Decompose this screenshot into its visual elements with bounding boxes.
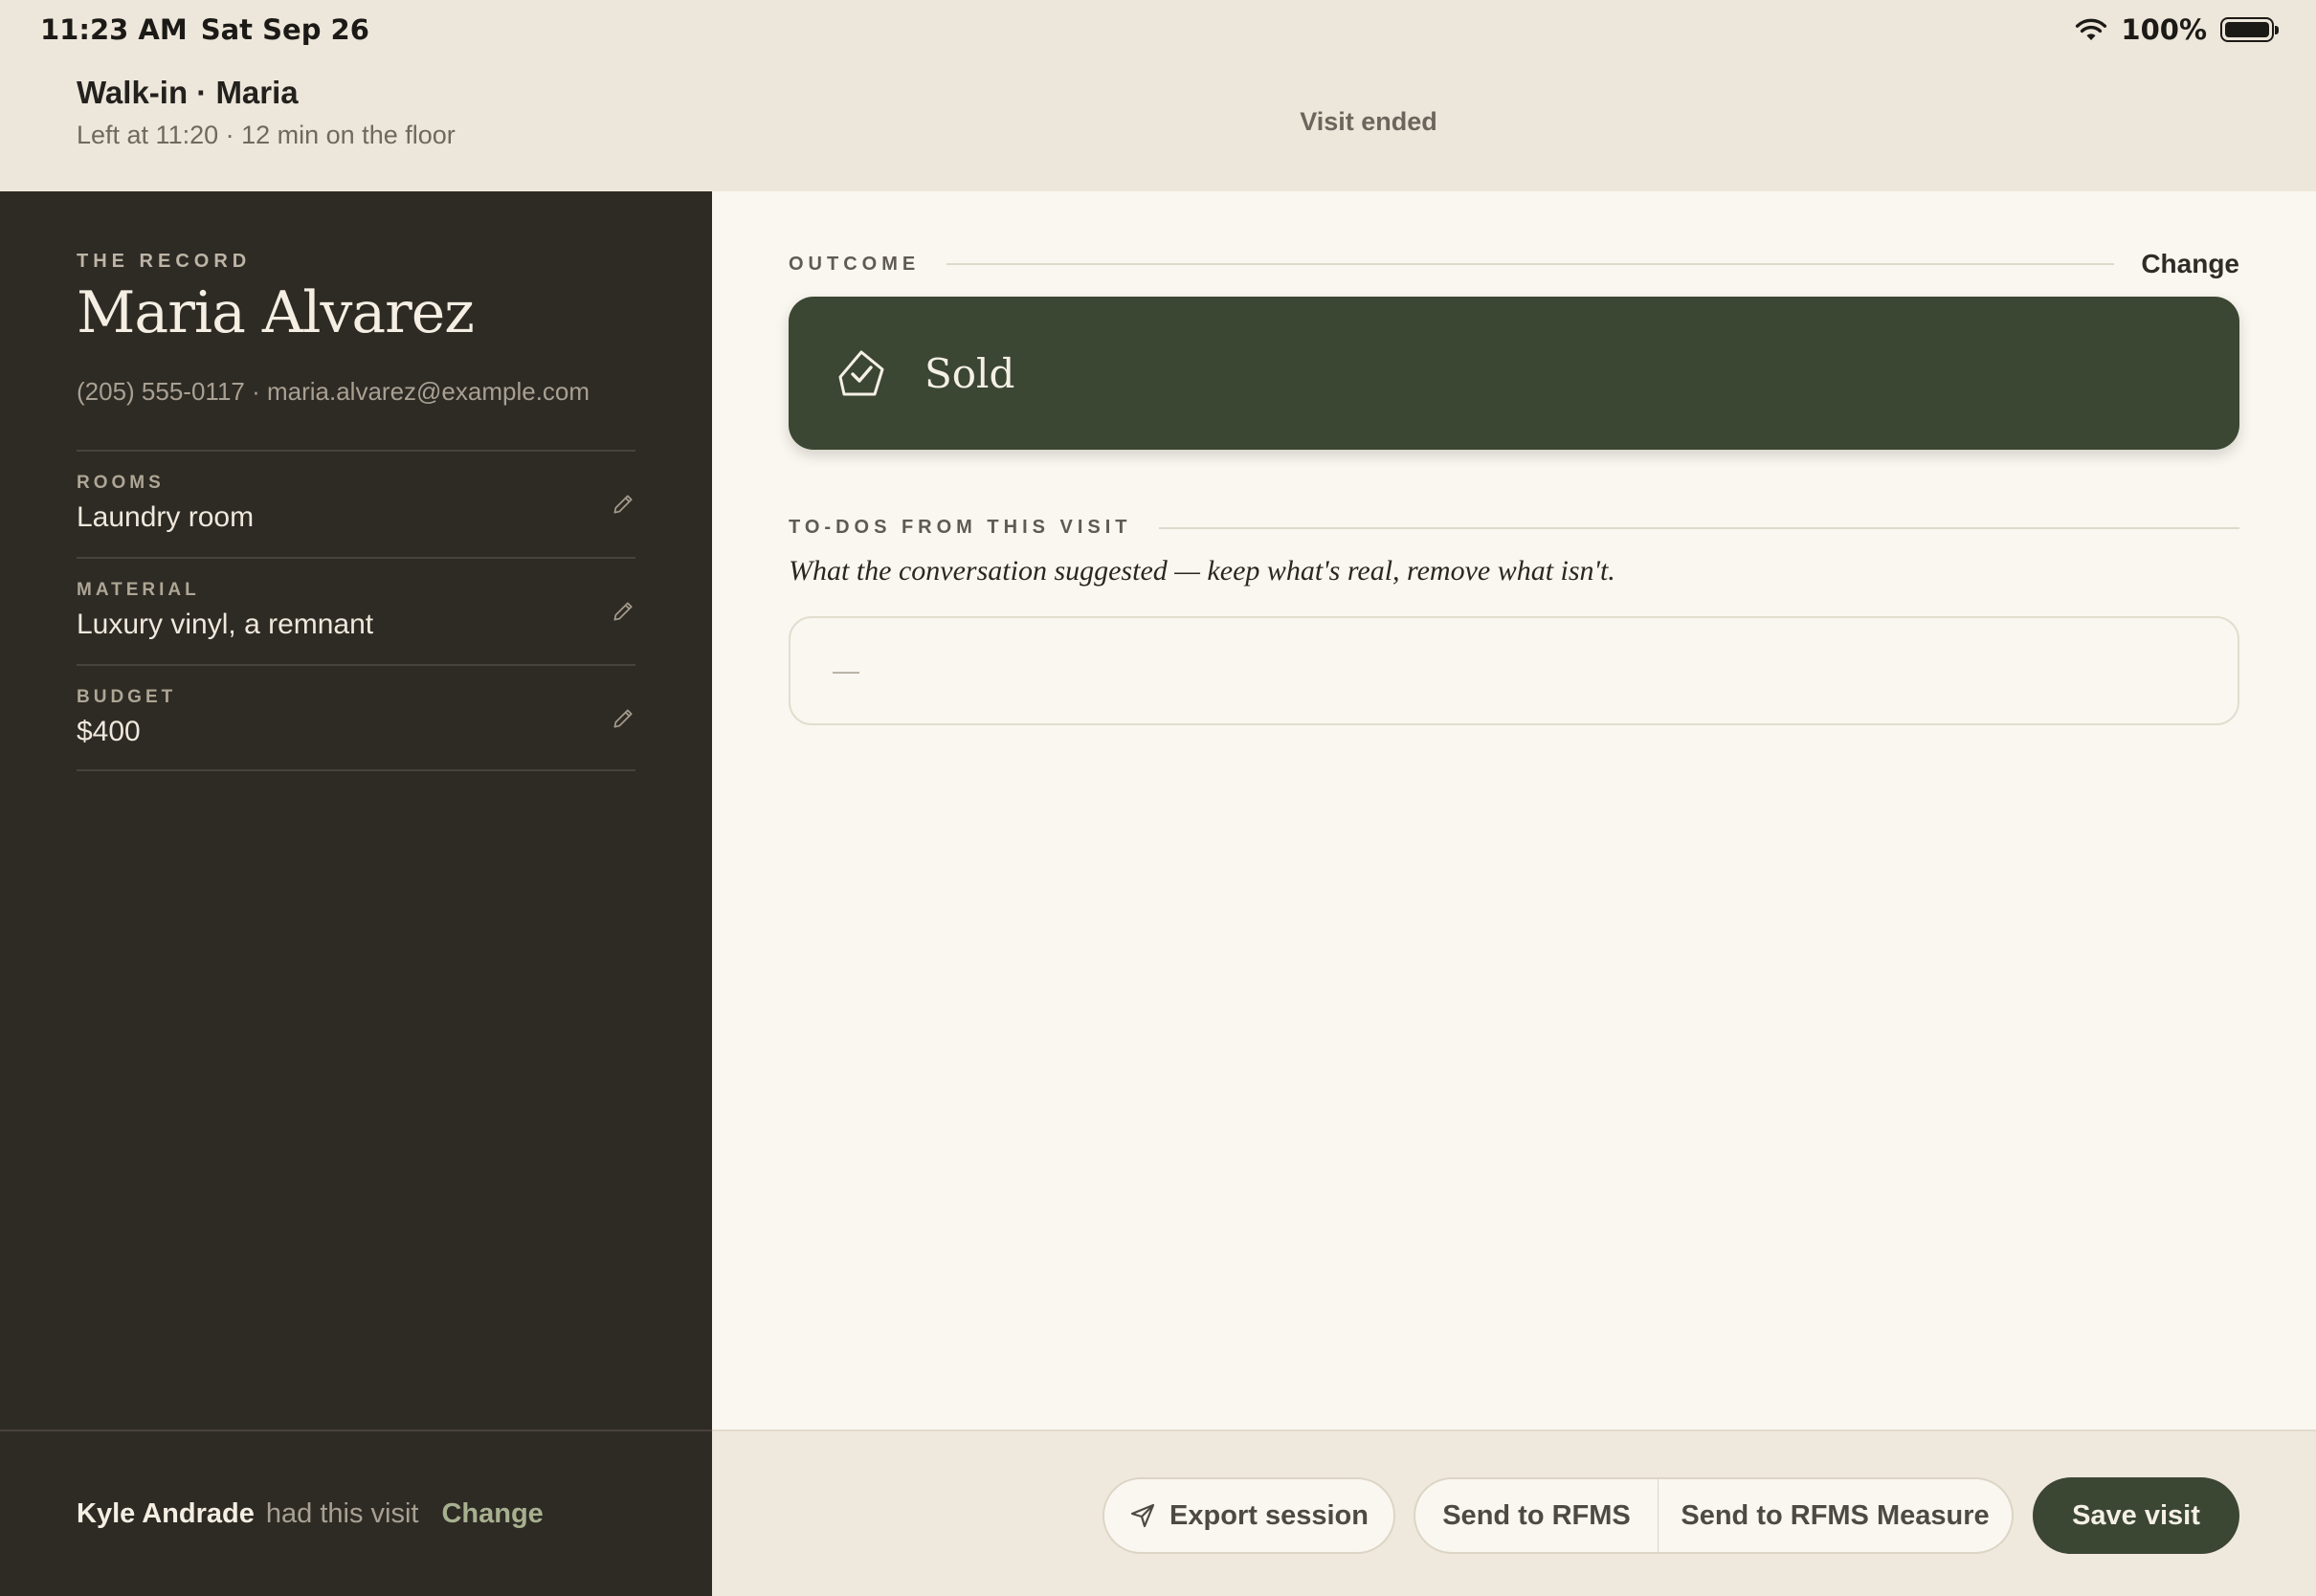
visit-header: Walk-in · Maria Left at 11:20 · 12 min o… [0, 59, 2316, 191]
field-rooms: ROOMS Laundry room [77, 450, 635, 557]
wifi-icon [2076, 18, 2107, 40]
section-divider [1158, 526, 2239, 529]
change-outcome-button[interactable]: Change [2141, 249, 2239, 279]
visit-attribution: Kyle Andrade had this visit Change [0, 1430, 712, 1596]
field-label: ROOMS [77, 473, 165, 493]
customer-name: Maria Alvarez [77, 279, 475, 346]
outcome-label: OUTCOME [789, 253, 921, 275]
field-label: MATERIAL [77, 580, 200, 600]
field-value: Luxury vinyl, a remnant [77, 609, 374, 640]
salesperson-name: Kyle Andrade [77, 1497, 255, 1529]
todos-list[interactable]: — [789, 616, 2239, 725]
visit-title: Walk-in · Maria [77, 75, 299, 110]
field-material: MATERIAL Luxury vinyl, a remnant [77, 557, 635, 664]
customer-contact: (205) 555-0117 · maria.alvarez@example.c… [77, 377, 590, 406]
change-salesperson-button[interactable]: Change [441, 1498, 543, 1530]
todos-empty-placeholder: — [833, 655, 859, 685]
field-value: Laundry room [77, 501, 255, 533]
send-to-rfms-button[interactable]: Send to RFMS [1414, 1477, 1659, 1554]
status-date: Sat Sep 26 [200, 13, 369, 46]
status-bar: 11:23 AM Sat Sep 26 100% [0, 0, 2316, 59]
record-fields: ROOMS Laundry room MATERIAL Luxury vinyl… [77, 450, 635, 771]
section-divider [946, 263, 2115, 265]
todos-label: TO-DOS FROM THIS VISIT [789, 517, 1132, 538]
visit-status: Visit ended [1300, 107, 1437, 136]
attribution-text: had this visit [265, 1497, 419, 1529]
outcome-section-header: OUTCOME Change [789, 249, 2239, 279]
send-to-rfms-measure-button[interactable]: Send to RFMS Measure [1658, 1477, 2014, 1554]
visit-main: OUTCOME Change Sold TO-DOS FROM THIS VIS… [712, 191, 2316, 1430]
outcome-card[interactable]: Sold [789, 297, 2239, 450]
pencil-icon[interactable] [611, 492, 635, 517]
status-bar-left: 11:23 AM Sat Sep 26 [40, 13, 369, 46]
status-time: 11:23 AM [40, 13, 188, 46]
export-session-button[interactable]: Export session [1102, 1477, 1395, 1554]
todos-section-header: TO-DOS FROM THIS VISIT [789, 517, 2239, 539]
battery-percent: 100% [2121, 13, 2207, 46]
pencil-icon[interactable] [611, 599, 635, 624]
battery-icon [2220, 17, 2279, 42]
field-budget: BUDGET $400 [77, 664, 635, 771]
action-toolbar: Export session Send to RFMS Send to RFMS… [712, 1430, 2316, 1596]
status-bar-right: 100% [2075, 13, 2279, 46]
record-kicker: THE RECORD [77, 251, 252, 272]
export-session-label: Export session [1169, 1499, 1369, 1531]
send-icon [1130, 1503, 1155, 1528]
pencil-icon[interactable] [611, 706, 635, 731]
record-sidebar: THE RECORD Maria Alvarez (205) 555-0117 … [0, 191, 712, 1596]
save-visit-button[interactable]: Save visit [2033, 1477, 2239, 1554]
field-value: $400 [77, 716, 141, 747]
todos-subtitle: What the conversation suggested — keep w… [789, 555, 1615, 587]
field-label: BUDGET [77, 687, 177, 707]
outcome-value: Sold [924, 349, 1015, 397]
tag-check-icon [838, 350, 884, 396]
